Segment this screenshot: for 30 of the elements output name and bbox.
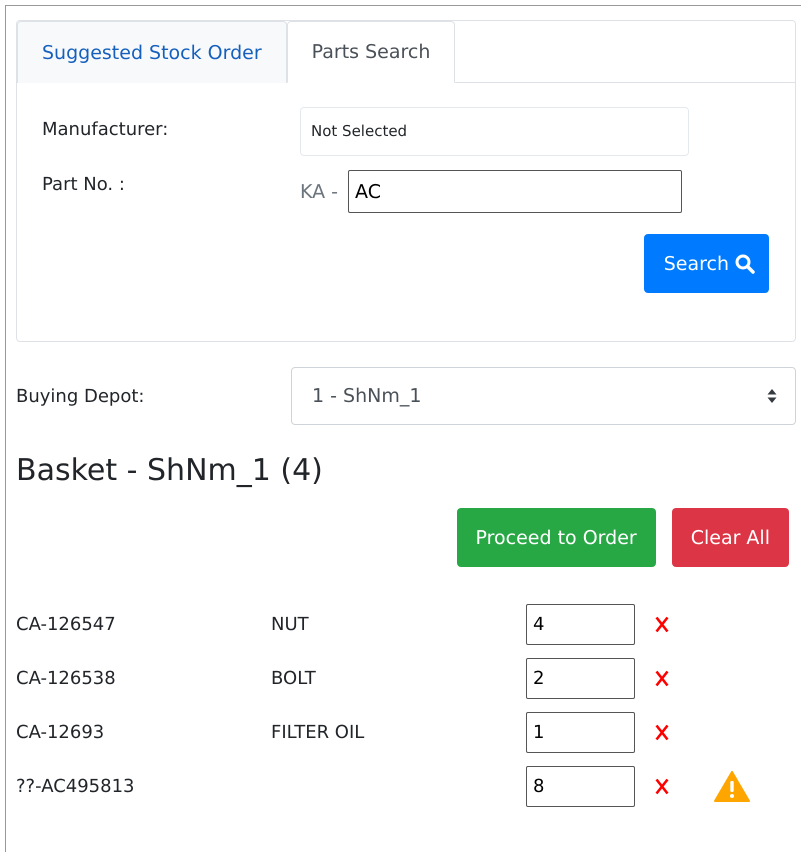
part-number: ??-AC495813 [16, 776, 136, 797]
basket-title: Basket - ShNm_1 (4) [16, 453, 324, 488]
part-number: CA-126538 [16, 668, 117, 689]
field-label: Part No. : [42, 173, 126, 195]
sort-caret-icon [767, 388, 777, 404]
part-number-field[interactable]: AC [348, 170, 682, 213]
quantity-field[interactable]: 8 [526, 766, 635, 807]
clear-all-button[interactable]: Clear All [672, 508, 789, 567]
quantity-field[interactable]: 4 [526, 604, 635, 645]
tab[interactable]: Parts Search [286, 21, 456, 83]
remove-icon[interactable] [655, 670, 669, 687]
quantity-field[interactable]: 1 [526, 712, 635, 753]
warning-icon [714, 771, 750, 802]
remove-icon[interactable] [655, 724, 669, 741]
manufacturer-field[interactable]: Not Selected [300, 107, 689, 156]
field-label: Buying Depot: [16, 386, 146, 406]
part-description: FILTER OIL [271, 722, 364, 743]
part-prefix: KA - [300, 180, 338, 202]
quantity-field[interactable]: 2 [526, 658, 635, 699]
part-description: NUT [271, 614, 309, 635]
part-number: CA-126547 [16, 614, 117, 635]
remove-icon[interactable] [655, 778, 669, 795]
part-number: CA-12693 [16, 722, 106, 743]
search-button[interactable]: Search [644, 234, 769, 293]
tab[interactable]: Suggested Stock Order [17, 21, 287, 83]
field-label: Manufacturer: [42, 118, 170, 140]
depot-select[interactable]: 1 - ShNm_1 [291, 367, 796, 425]
remove-icon[interactable] [655, 616, 669, 633]
part-description: BOLT [271, 668, 316, 689]
search-icon [735, 254, 755, 274]
